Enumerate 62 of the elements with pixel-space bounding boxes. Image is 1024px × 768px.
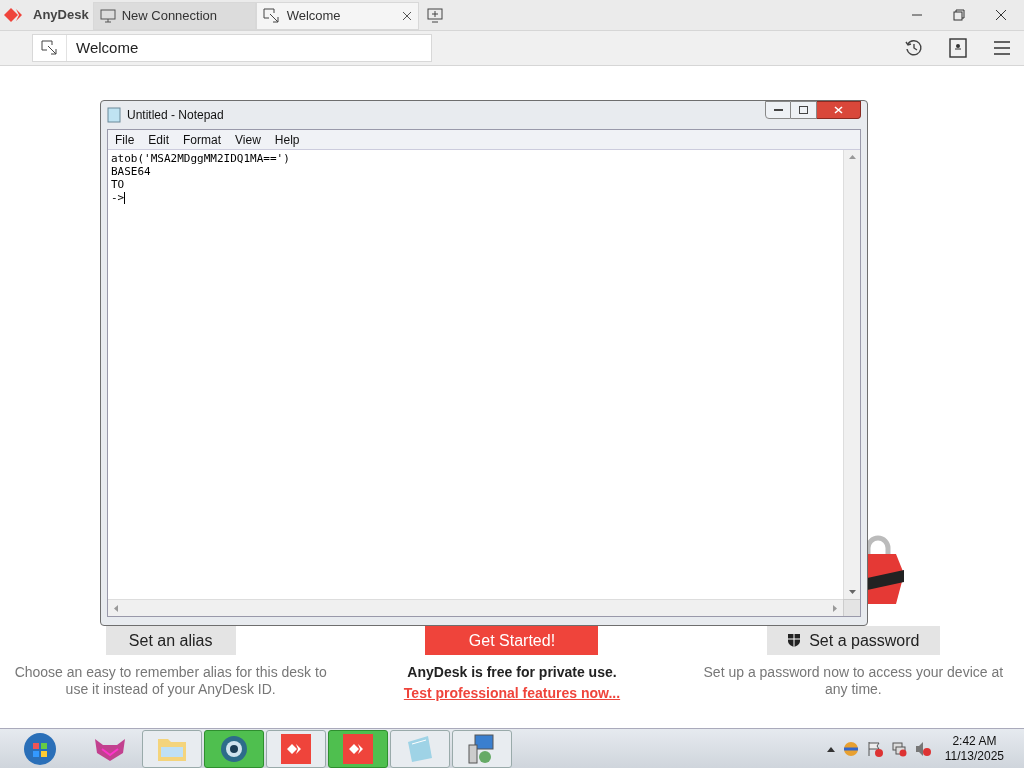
clock-time: 2:42 AM <box>952 733 997 749</box>
connect-icon <box>40 40 59 56</box>
vertical-scrollbar[interactable] <box>843 150 860 599</box>
close-icon[interactable] <box>401 11 412 21</box>
scroll-right-icon[interactable] <box>833 604 837 612</box>
minimize-icon <box>773 108 783 112</box>
menu-icon[interactable] <box>993 40 1011 56</box>
computer-icon <box>467 732 497 765</box>
brand-name: AnyDesk <box>33 6 89 25</box>
text-line: -> <box>111 191 125 204</box>
text-line: atob('MSA2MDggMM2IDQ1MA==') <box>111 152 290 165</box>
horizontal-scrollbar[interactable] <box>108 599 843 616</box>
connect-icon <box>262 8 281 24</box>
flag-icon[interactable] <box>866 740 883 757</box>
monitor-icon <box>99 9 116 23</box>
professional-features-link[interactable]: Test professional features now... <box>403 683 621 704</box>
network-icon[interactable] <box>890 740 907 757</box>
minimize-button[interactable] <box>765 101 791 119</box>
new-tab-icon[interactable] <box>426 7 443 23</box>
globe-icon <box>219 733 249 764</box>
history-icon[interactable] <box>905 39 923 57</box>
description-text: AnyDesk is free for private use. <box>407 664 617 681</box>
maximize-icon <box>799 106 808 114</box>
menu-item[interactable]: File <box>115 130 135 149</box>
scroll-left-icon[interactable] <box>114 604 118 612</box>
shield-icon <box>787 633 802 648</box>
window-title: Untitled - Notepad <box>127 107 224 124</box>
maximize-button[interactable] <box>791 101 817 119</box>
globe-icon[interactable] <box>842 740 859 757</box>
menu-item[interactable]: Edit <box>148 130 170 149</box>
tab[interactable]: Welcome <box>255 2 419 30</box>
close-icon[interactable] <box>995 9 1007 21</box>
description-text: Choose an easy to remember alias for this desk to use it instead of your AnyDesk ID. <box>13 664 328 698</box>
notepad-icon <box>107 107 121 123</box>
menu-item[interactable]: Help <box>274 130 300 149</box>
speaker-icon[interactable] <box>914 740 931 757</box>
address-field[interactable]: Welcome <box>32 34 432 62</box>
scroll-up-icon[interactable] <box>848 155 856 159</box>
text-line: BASE64 <box>111 165 151 178</box>
action-button[interactable]: Set an alias <box>105 626 236 655</box>
action-button[interactable]: Get Started! <box>425 626 599 655</box>
expand-tray-icon[interactable] <box>826 745 835 752</box>
close-button[interactable] <box>817 101 861 119</box>
scroll-down-icon[interactable] <box>848 590 856 594</box>
restore-icon[interactable] <box>953 9 965 21</box>
text-line: TO <box>111 178 125 191</box>
start-orb-icon[interactable] <box>23 731 57 766</box>
taskbar-app[interactable] <box>204 729 264 768</box>
action-button[interactable]: Set a password <box>766 626 940 655</box>
taskbar-app[interactable] <box>452 729 512 768</box>
address-book-icon[interactable] <box>949 38 967 58</box>
menu-item[interactable]: Format <box>183 130 222 149</box>
description-text: Set up a password now to access your device at any time. <box>702 664 1005 698</box>
tab[interactable]: New Connection <box>92 2 256 30</box>
anydesk-icon <box>281 733 311 764</box>
taskbar-app[interactable] <box>328 729 388 768</box>
anydesk-icon <box>343 733 373 764</box>
clock-date: 11/13/2025 <box>944 748 1004 764</box>
close-icon <box>834 106 843 114</box>
taskbar-app[interactable] <box>266 729 326 768</box>
menu-item[interactable]: View <box>235 130 261 149</box>
size-grip[interactable] <box>843 599 860 616</box>
